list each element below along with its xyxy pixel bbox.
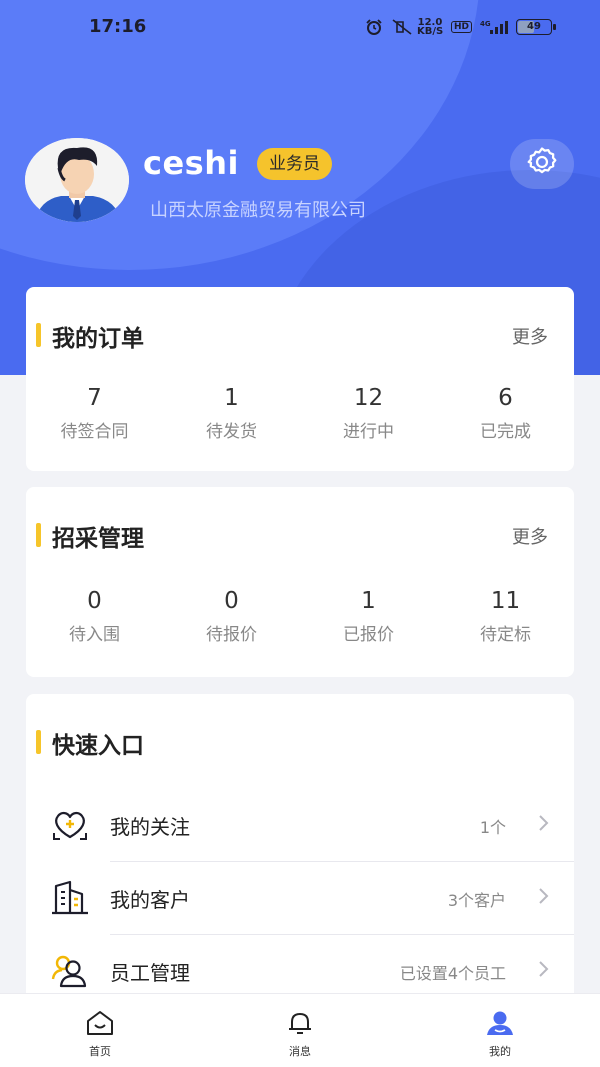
orders-title: 我的订单 bbox=[36, 319, 144, 353]
stat-label: 已报价 bbox=[343, 625, 394, 645]
procurement-more-link[interactable]: 更多 bbox=[512, 523, 548, 549]
building-icon bbox=[50, 880, 90, 916]
procurement-title: 招采管理 bbox=[36, 519, 144, 553]
company-name: 山西太原金融贸易有限公司 bbox=[150, 200, 366, 221]
stat-label: 已完成 bbox=[480, 422, 531, 442]
status-time: 17:16 bbox=[89, 16, 147, 37]
battery-indicator: 49 bbox=[516, 19, 556, 35]
stat-value: 1 bbox=[361, 588, 376, 614]
procurement-stats: 0 待入围 0 待报价 1 已报价 11 待定标 bbox=[26, 584, 574, 645]
stat-label: 待入围 bbox=[69, 625, 120, 645]
stat-value: 6 bbox=[498, 385, 513, 411]
stat-value: 1 bbox=[224, 385, 239, 411]
quick-item-follows[interactable]: 我的关注 1个 bbox=[26, 789, 574, 862]
tab-label: 首页 bbox=[89, 1045, 111, 1058]
stat-label: 待报价 bbox=[206, 625, 257, 645]
bell-icon bbox=[285, 1010, 315, 1040]
stat-label: 待定标 bbox=[480, 625, 531, 645]
net-speed: 12.0 KB/S bbox=[416, 17, 444, 37]
order-stat-in-progress[interactable]: 12 进行中 bbox=[300, 381, 437, 442]
tab-label: 我的 bbox=[489, 1045, 511, 1058]
order-stat-completed[interactable]: 6 已完成 bbox=[437, 381, 574, 442]
user-avatar[interactable] bbox=[25, 138, 129, 222]
order-stat-pending-shipment[interactable]: 1 待发货 bbox=[163, 381, 300, 442]
stat-value: 11 bbox=[490, 588, 521, 614]
users-icon bbox=[50, 953, 90, 989]
procurement-stat-quoted[interactable]: 1 已报价 bbox=[300, 584, 437, 645]
svg-text:4G: 4G bbox=[480, 20, 491, 28]
stat-label: 进行中 bbox=[343, 422, 394, 442]
stat-value: 0 bbox=[224, 588, 239, 614]
quick-item-label: 我的客户 bbox=[110, 888, 190, 912]
quick-item-customers[interactable]: 我的客户 3个客户 bbox=[26, 862, 574, 935]
quick-entry-title: 快速入口 bbox=[36, 726, 144, 760]
alarm-icon bbox=[365, 19, 383, 35]
profile-icon bbox=[485, 1010, 515, 1040]
bottom-tab-bar: 首页 消息 我的 bbox=[0, 993, 600, 1067]
chevron-right-icon bbox=[536, 813, 552, 833]
orders-more-link[interactable]: 更多 bbox=[512, 323, 548, 349]
chevron-right-icon bbox=[536, 959, 552, 979]
signal-icon: 4G bbox=[480, 19, 508, 35]
role-badge: 业务员 bbox=[257, 148, 332, 180]
quick-item-value: 1个 bbox=[479, 818, 506, 837]
orders-stats: 7 待签合同 1 待发货 12 进行中 6 已完成 bbox=[26, 381, 574, 442]
orders-card: 我的订单 更多 7 待签合同 1 待发货 12 进行中 6 已完成 bbox=[26, 287, 574, 471]
gear-icon bbox=[525, 145, 559, 183]
quick-item-label: 我的关注 bbox=[110, 815, 190, 839]
username: ceshi bbox=[143, 144, 239, 182]
order-stat-pending-contract[interactable]: 7 待签合同 bbox=[26, 381, 163, 442]
status-icons: 12.0 KB/S HD 4G 49 bbox=[365, 17, 556, 37]
procurement-stat-pending-quote[interactable]: 0 待报价 bbox=[163, 584, 300, 645]
procurement-card: 招采管理 更多 0 待入围 0 待报价 1 已报价 11 待定标 bbox=[26, 487, 574, 677]
stat-label: 待发货 bbox=[206, 422, 257, 442]
quick-entry-card: 快速入口 我的关注 1个 我的客户 3个客户 员工管理 已设置4个员工 bbox=[26, 694, 574, 994]
stat-value: 12 bbox=[353, 385, 384, 411]
hd-badge: HD bbox=[450, 21, 472, 33]
settings-button[interactable] bbox=[510, 139, 574, 189]
chevron-right-icon bbox=[536, 886, 552, 906]
quick-item-value: 已设置4个员工 bbox=[399, 964, 506, 983]
quick-item-value: 3个客户 bbox=[447, 891, 506, 910]
quick-item-label: 员工管理 bbox=[110, 961, 190, 985]
heart-icon bbox=[50, 807, 90, 843]
stat-label: 待签合同 bbox=[60, 422, 129, 442]
mute-icon bbox=[391, 19, 412, 35]
tab-messages[interactable]: 消息 bbox=[200, 994, 400, 1067]
status-bar: 17:16 12.0 KB/S HD 4G 49 bbox=[0, 0, 600, 56]
stat-value: 0 bbox=[87, 588, 102, 614]
home-icon bbox=[85, 1010, 115, 1040]
procurement-stat-pending-entry[interactable]: 0 待入围 bbox=[26, 584, 163, 645]
procurement-stat-pending-award[interactable]: 11 待定标 bbox=[437, 584, 574, 645]
tab-mine[interactable]: 我的 bbox=[400, 994, 600, 1067]
tab-label: 消息 bbox=[289, 1045, 311, 1058]
stat-value: 7 bbox=[87, 385, 102, 411]
tab-home[interactable]: 首页 bbox=[0, 994, 200, 1067]
